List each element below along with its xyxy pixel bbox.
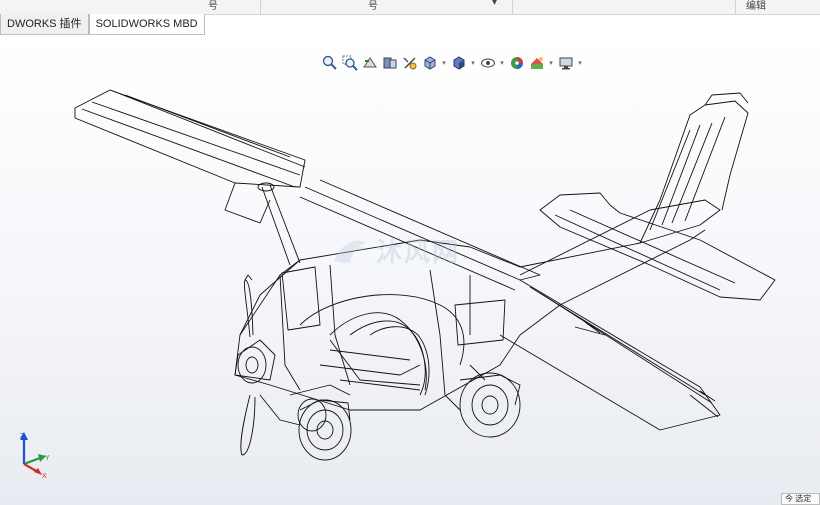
site-watermark: 沐风网 <box>330 232 460 269</box>
toolbar-cell-label: 号 <box>208 1 218 12</box>
command-manager-tabs: DWORKS 插件 SOLIDWORKS MBD <box>0 14 205 35</box>
triad-z-label: Z <box>20 433 25 440</box>
toolbar-cell-label: 编辑 <box>746 1 766 12</box>
aircraft-wireframe-model[interactable] <box>0 35 820 505</box>
tab-solidworks-addins[interactable]: DWORKS 插件 <box>0 14 89 35</box>
selection-tooltip: 今 选定 <box>781 493 820 505</box>
tab-solidworks-mbd[interactable]: SOLIDWORKS MBD <box>88 14 205 35</box>
triad-x-label: X <box>42 473 47 480</box>
toolbar-cell[interactable]: 号 <box>0 0 261 14</box>
top-toolbar-strip: 号 号 ▾ 编辑 <box>0 0 820 15</box>
watermark-logo-icon <box>334 239 366 264</box>
triad-y-label: Y <box>45 455 50 462</box>
chevron-down-icon[interactable]: ▾ <box>492 0 497 8</box>
reference-triad-icon: Z Y X <box>20 432 50 480</box>
watermark-text: 沐风网 <box>376 238 461 268</box>
toolbar-cell[interactable]: 号 ▾ <box>260 0 513 14</box>
toolbar-cell[interactable]: 编辑 <box>735 0 820 14</box>
toolbar-cell-label: 号 <box>368 1 378 12</box>
